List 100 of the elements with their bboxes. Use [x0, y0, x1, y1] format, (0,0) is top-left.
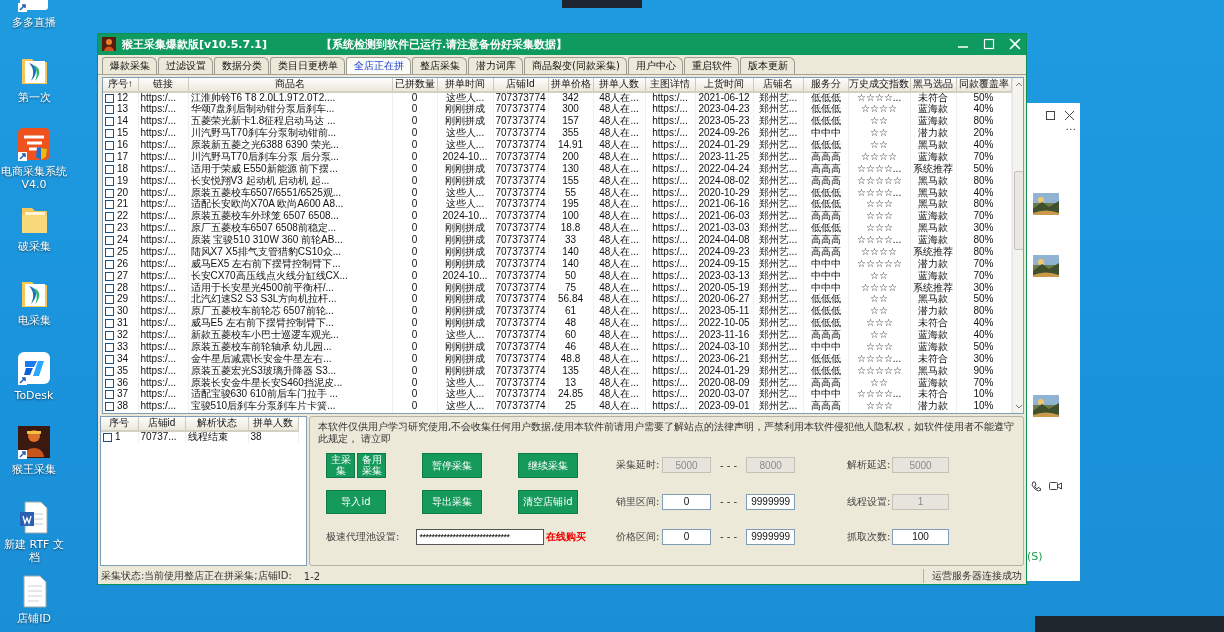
table-cell: 80%: [973, 246, 994, 258]
table-cell: 14.91: [558, 140, 583, 152]
table-cell: 46: [564, 341, 577, 353]
table-cell: 707373774: [495, 294, 546, 306]
table-cell: 18.8: [560, 223, 581, 235]
row-checkbox[interactable]: [105, 224, 114, 234]
row-checkbox[interactable]: [105, 236, 114, 246]
tab[interactable]: 类目日更榜单: [270, 56, 345, 74]
buy-online-link[interactable]: 在线购买: [546, 529, 587, 544]
row-checkbox[interactable]: [105, 331, 114, 341]
row-checkbox[interactable]: [105, 105, 114, 115]
tab[interactable]: 过滤设置: [158, 56, 213, 74]
column-header[interactable]: 同款覆盖率: [956, 77, 1011, 92]
column-header[interactable]: 店铺名: [753, 77, 803, 92]
row-checkbox[interactable]: [105, 319, 114, 329]
desktop-icon[interactable]: [17, 425, 51, 459]
column-header[interactable]: 黑马选品: [910, 77, 956, 92]
scroll-thumb[interactable]: [1013, 170, 1023, 250]
table-cell: 中中中: [810, 341, 841, 353]
row-checkbox[interactable]: [105, 117, 114, 127]
table-cell: 0: [411, 187, 418, 199]
column-header[interactable]: 序号: [101, 416, 138, 431]
row-checkbox[interactable]: [105, 378, 114, 388]
table-cell: 郑州艺...: [758, 92, 798, 104]
table-cell-text: 新款五菱校车小巴士巡逻车观光...: [190, 330, 339, 341]
action-button[interactable]: 清空店铺id: [518, 489, 578, 514]
more-menu[interactable]: ...: [1065, 120, 1076, 133]
input-field[interactable]: 9999999: [746, 493, 796, 510]
input-field[interactable]: 0: [662, 528, 711, 545]
row-checkbox[interactable]: [105, 164, 114, 174]
desktop-icon[interactable]: [17, 499, 51, 534]
column-header[interactable]: 拼单人数: [248, 416, 298, 431]
table-cell: 195: [562, 199, 579, 211]
row-checkbox[interactable]: [105, 176, 114, 186]
column-header[interactable]: 服务分: [803, 77, 848, 92]
input-field[interactable]: 0: [662, 493, 711, 510]
action-button[interactable]: 备用采集: [357, 452, 386, 478]
tab[interactable]: 爆款采集: [102, 56, 157, 74]
row-checkbox[interactable]: [105, 366, 114, 376]
table-cell: 2023-11-16: [698, 330, 750, 342]
row-checkbox[interactable]: [105, 402, 114, 412]
phone-icon[interactable]: [1031, 481, 1041, 492]
tab[interactable]: 重启软件: [683, 56, 739, 74]
column-header[interactable]: 已拼数量: [392, 77, 437, 92]
column-header[interactable]: 店铺id: [138, 416, 185, 431]
table-cell: ☆☆☆: [865, 211, 893, 223]
tab[interactable]: 商品裂变(同款采集): [524, 56, 627, 74]
row-checkbox[interactable]: [105, 188, 114, 198]
row-checkbox[interactable]: [105, 200, 114, 210]
field-label: 价格区间:: [616, 529, 661, 544]
action-button[interactable]: 主采集: [326, 452, 355, 478]
column-header[interactable]: 主图详情: [645, 77, 695, 92]
action-button[interactable]: 继续采集: [518, 452, 578, 478]
column-header[interactable]: 链接: [138, 77, 188, 92]
row-checkbox[interactable]: [105, 307, 114, 317]
table-cell-text: 原厂五菱校车前轮芯 6507前轮...: [190, 306, 334, 317]
tab[interactable]: 整店采集: [412, 56, 467, 74]
row-checkbox[interactable]: [105, 283, 114, 293]
row-checkbox[interactable]: [103, 432, 112, 442]
column-header[interactable]: 拼单时间: [437, 77, 493, 92]
row-checkbox[interactable]: [105, 152, 114, 162]
tab[interactable]: 用户中心: [627, 56, 683, 74]
row-checkbox[interactable]: [105, 259, 114, 269]
column-header[interactable]: 解析状态: [185, 416, 248, 431]
row-checkbox[interactable]: [105, 271, 114, 281]
row-checkbox[interactable]: [105, 247, 114, 257]
action-button[interactable]: 导入id: [326, 489, 386, 514]
input-field[interactable]: 100: [892, 528, 949, 545]
column-header[interactable]: 拼单人数: [593, 77, 645, 92]
video-call-icon[interactable]: [1049, 481, 1062, 491]
column-header[interactable]: 上货时间: [695, 77, 753, 92]
table-cell: ☆☆☆☆☆: [856, 175, 902, 187]
column-header[interactable]: 拼单价格: [548, 77, 593, 92]
row-checkbox[interactable]: [105, 295, 114, 305]
row-checkbox[interactable]: [105, 129, 114, 139]
table-cell: ☆☆: [870, 306, 888, 318]
column-header[interactable]: 店铺Id: [493, 77, 548, 92]
input-field[interactable]: 9999999: [746, 528, 796, 545]
proxy-field[interactable]: ******************************: [416, 528, 545, 545]
table-cell: https:/...: [652, 330, 688, 342]
tab[interactable]: 数据分类: [214, 56, 269, 74]
tab[interactable]: 潜力词库: [468, 56, 523, 74]
maximize-icon[interactable]: [1046, 111, 1055, 120]
table-cell: https:/...: [140, 163, 177, 175]
row-checkbox[interactable]: [105, 390, 114, 400]
column-header[interactable]: 序号↑: [103, 77, 138, 92]
server-status: 运营服务器连接成功: [923, 569, 1023, 584]
close-icon[interactable]: [1065, 111, 1074, 120]
row-checkbox[interactable]: [105, 141, 114, 151]
column-header[interactable]: 商品名: [188, 77, 392, 92]
row-checkbox[interactable]: [105, 93, 114, 103]
row-checkbox[interactable]: [105, 354, 114, 364]
tab[interactable]: 版本更新: [739, 56, 795, 74]
row-checkbox[interactable]: [105, 212, 114, 222]
action-button[interactable]: 导出采集: [422, 489, 482, 514]
column-header[interactable]: 万史成交指数: [848, 77, 910, 92]
field-label: 采集延时:: [616, 458, 661, 473]
action-button[interactable]: 暂停采集: [422, 452, 482, 478]
tab[interactable]: 全店正在拼: [346, 56, 411, 74]
row-checkbox[interactable]: [105, 342, 114, 352]
